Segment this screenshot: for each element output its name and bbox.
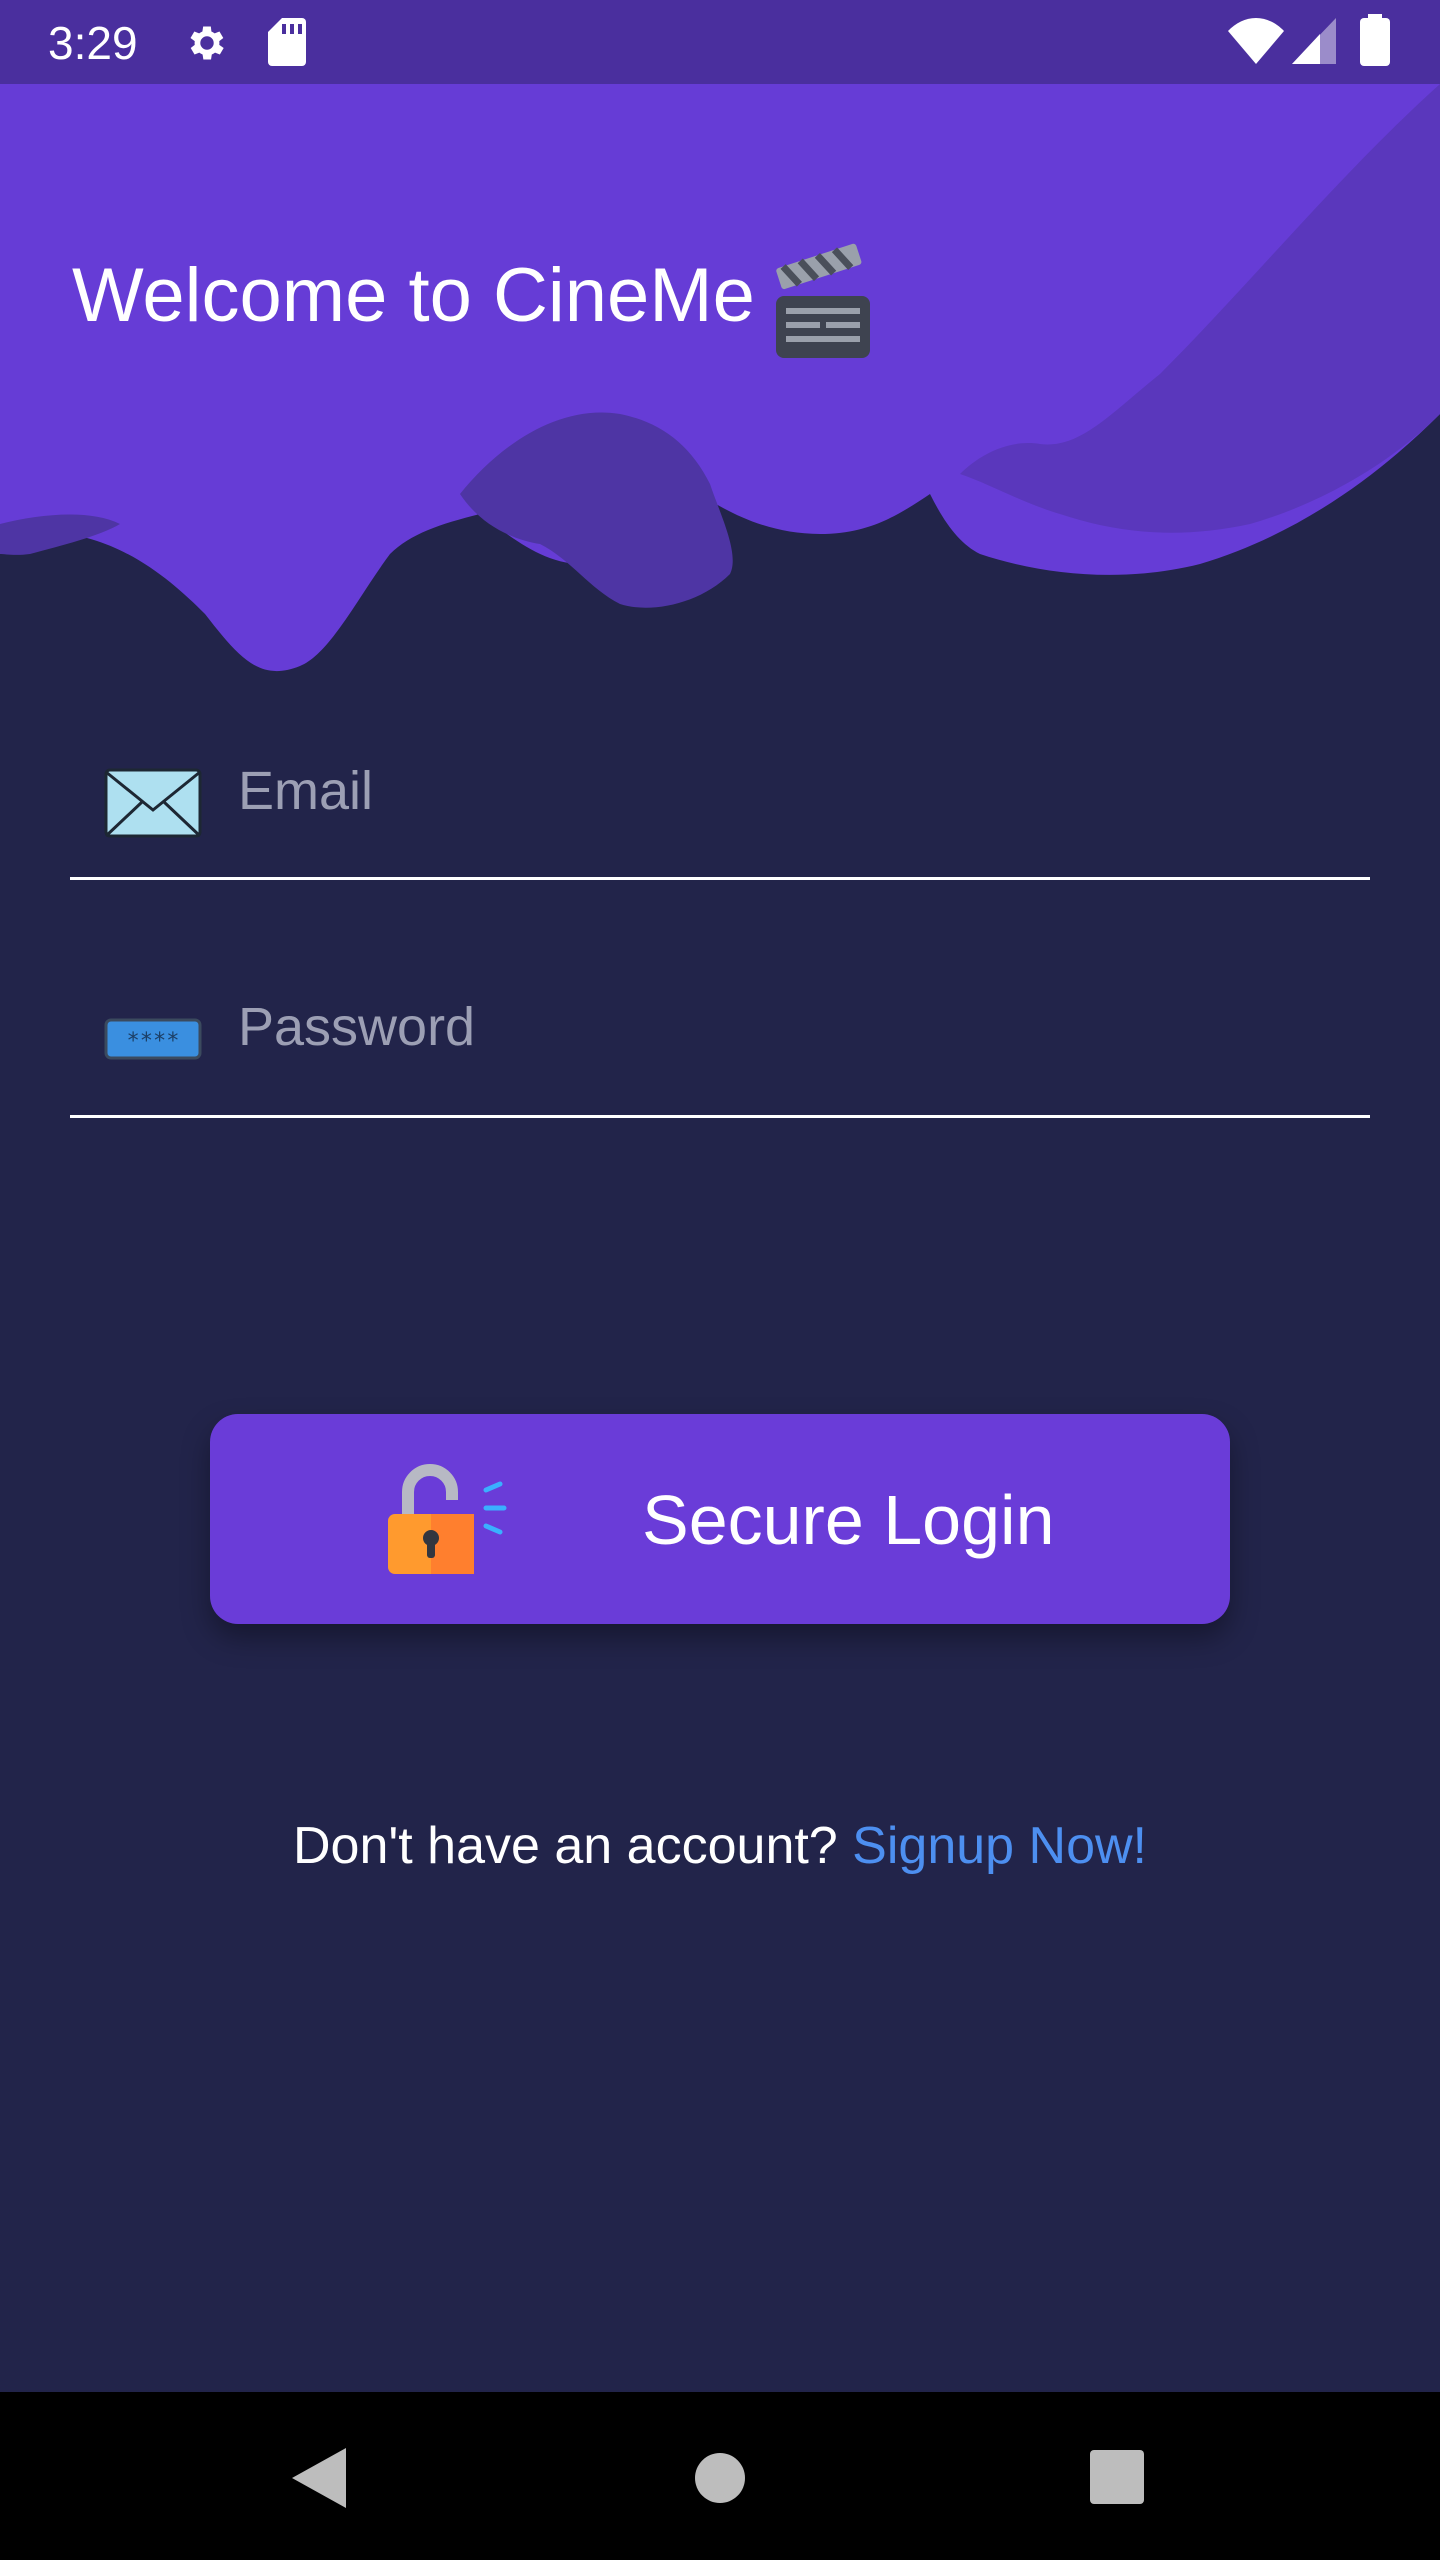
battery-icon (1360, 14, 1390, 66)
password-underline (70, 1115, 1370, 1118)
signup-link[interactable]: Signup Now! (852, 1817, 1147, 1875)
status-time: 3:29 (48, 17, 138, 69)
signal-icon (1292, 18, 1336, 64)
header-wave-background (0, 84, 1440, 672)
sd-card-icon (268, 18, 306, 66)
password-icon: **** (104, 1018, 202, 1060)
back-icon[interactable] (290, 2448, 346, 2508)
home-icon[interactable] (694, 2452, 746, 2504)
wifi-icon (1228, 18, 1284, 64)
svg-text:****: **** (127, 1029, 180, 1054)
signup-prompt: Don't have an account? (292, 1817, 853, 1875)
clapper-board-icon (776, 243, 870, 358)
password-input[interactable] (238, 982, 1338, 1072)
login-button-label: Secure Login (642, 1481, 1055, 1559)
email-underline (70, 877, 1370, 880)
email-input[interactable] (238, 746, 1338, 836)
envelope-icon (104, 768, 202, 838)
status-bar: 3:29 (0, 0, 1440, 84)
page-title: Welcome to CineMe (72, 253, 755, 338)
signup-row: Don't have an account? Signup Now! (0, 1816, 1440, 1876)
gear-icon (190, 26, 224, 60)
navigation-bar (0, 2392, 1440, 2560)
recents-icon[interactable] (1090, 2450, 1144, 2504)
secure-login-button[interactable]: Secure Login (210, 1414, 1230, 1624)
unlocked-padlock-icon (388, 1464, 507, 1574)
